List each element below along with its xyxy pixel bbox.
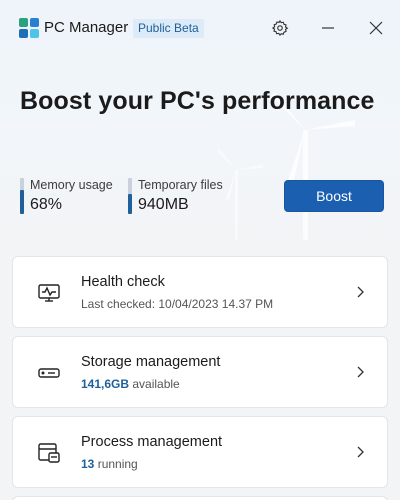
gear-icon — [271, 19, 289, 37]
storage-available-suffix: available — [129, 377, 180, 391]
close-icon — [369, 21, 383, 35]
storage-available-text: 141,6GB available — [81, 377, 180, 391]
temporary-files-stat: Temporary files 940MB — [128, 178, 223, 214]
process-running-suffix: running — [94, 457, 138, 471]
minimize-icon — [322, 27, 334, 29]
memory-usage-value: 68% — [30, 196, 63, 213]
chevron-right-icon — [357, 366, 364, 378]
health-check-last-checked: Last checked: 10/04/2023 14.37 PM — [81, 297, 274, 311]
pc-manager-logo-icon — [19, 18, 39, 38]
minimize-button[interactable] — [316, 16, 340, 40]
title-bar: PC Manager Public Beta — [0, 0, 400, 56]
health-check-title: Health check — [81, 274, 165, 290]
storage-drive-icon — [38, 368, 60, 378]
feature-cards: Health check Last checked: 10/04/2023 14… — [12, 256, 388, 500]
storage-management-title: Storage management — [81, 354, 221, 370]
process-running-text: 13 running — [81, 457, 138, 471]
close-button[interactable] — [364, 16, 388, 40]
temporary-files-value: 940MB — [138, 196, 189, 213]
temporary-files-level-bar — [128, 194, 132, 214]
memory-usage-stat: Memory usage 68% — [20, 178, 113, 214]
chevron-right-icon — [357, 446, 364, 458]
health-check-card[interactable]: Health check Last checked: 10/04/2023 14… — [12, 256, 388, 328]
memory-usage-level-bar — [20, 190, 24, 214]
temporary-files-label: Temporary files — [138, 178, 223, 192]
settings-button[interactable] — [268, 16, 292, 40]
memory-usage-label: Memory usage — [30, 178, 113, 192]
page-headline: Boost your PC's performance — [20, 87, 375, 115]
heartbeat-monitor-icon — [38, 284, 60, 302]
process-running-count: 13 — [81, 457, 95, 471]
process-management-title: Process management — [81, 434, 223, 450]
public-beta-badge: Public Beta — [133, 19, 204, 38]
chevron-right-icon — [357, 286, 364, 298]
app-title: PC Manager — [44, 19, 129, 36]
storage-available-value: 141,6GB — [81, 377, 130, 391]
next-card-partial[interactable] — [12, 496, 388, 500]
boost-button[interactable]: Boost — [284, 180, 384, 212]
process-management-card[interactable]: Process management 13 running — [12, 416, 388, 488]
process-window-icon — [38, 443, 60, 463]
storage-management-card[interactable]: Storage management 141,6GB available — [12, 336, 388, 408]
